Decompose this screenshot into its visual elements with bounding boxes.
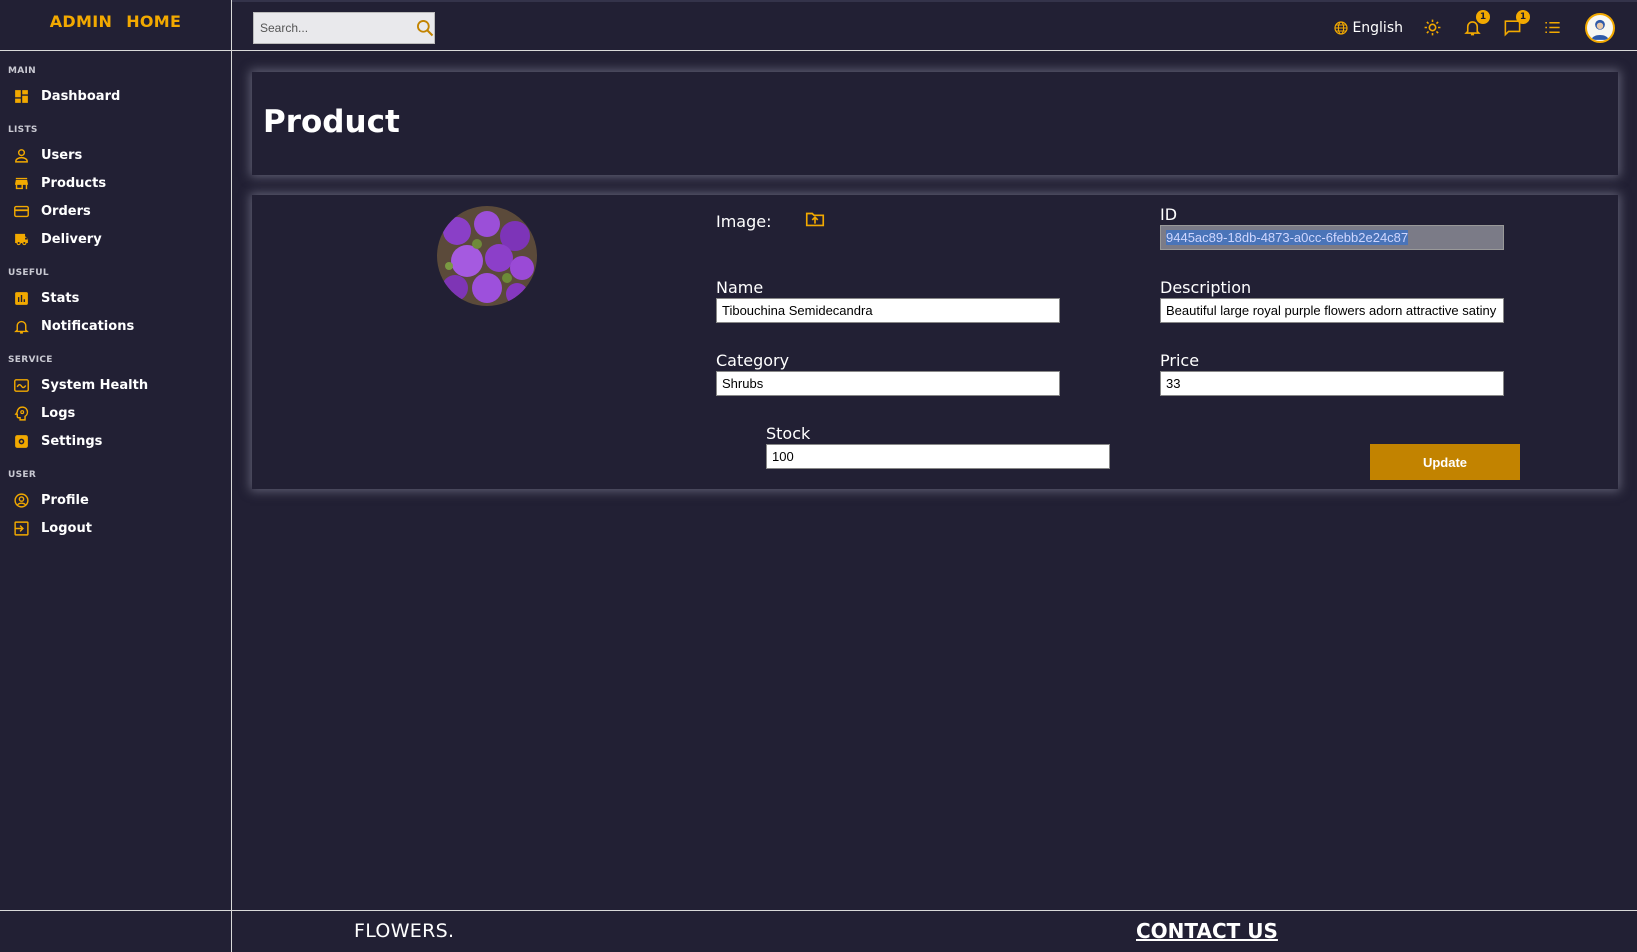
- messages-button[interactable]: 1: [1501, 9, 1530, 39]
- sidebar-item-label: Products: [41, 175, 107, 191]
- settings-icon: [12, 432, 30, 450]
- section-title-user: USER: [8, 470, 37, 480]
- id-label: ID: [1160, 205, 1178, 224]
- sidebar-item-users[interactable]: Users: [0, 141, 231, 169]
- topbar-actions: English 1 1: [1333, 2, 1637, 53]
- footer-brand: FLOWERS.: [354, 920, 455, 942]
- dashboard-icon: [12, 87, 30, 105]
- sidebar-item-label: Logs: [41, 405, 76, 421]
- logout-icon: [12, 519, 30, 537]
- messages-badge: 1: [1516, 9, 1530, 24]
- sun-icon: [1423, 18, 1442, 37]
- price-field[interactable]: [1160, 371, 1504, 396]
- search-icon[interactable]: [415, 18, 435, 38]
- sidebar-item-label: Users: [41, 147, 83, 163]
- category-field[interactable]: [716, 371, 1060, 396]
- bell-icon: [12, 317, 30, 335]
- list-menu-button[interactable]: [1541, 17, 1563, 39]
- id-value: 9445ac89-18db-4873-a0cc-6febb2e24c87: [1166, 230, 1409, 245]
- sidebar-item-label: Dashboard: [41, 88, 121, 104]
- sidebar: ADMIN HOME MAIN Dashboard LISTS Users Pr…: [0, 0, 232, 952]
- sidebar-item-notifications[interactable]: Notifications: [0, 312, 231, 340]
- description-field[interactable]: [1160, 298, 1504, 323]
- name-field[interactable]: [716, 298, 1060, 323]
- sidebar-item-label: Profile: [41, 492, 89, 508]
- sidebar-item-label: System Health: [41, 377, 149, 393]
- sidebar-item-label: Notifications: [41, 318, 135, 334]
- sidebar-item-label: Orders: [41, 203, 91, 219]
- contact-us-link[interactable]: CONTACT US: [1136, 919, 1278, 943]
- account-circle-icon: [12, 491, 30, 509]
- section-title-useful: USEFUL: [8, 268, 49, 278]
- description-label: Description: [1160, 278, 1252, 297]
- update-button[interactable]: Update: [1370, 444, 1520, 480]
- title-panel: Product: [252, 72, 1618, 175]
- sidebar-item-logs[interactable]: Logs: [0, 399, 231, 427]
- page-title: Product: [263, 104, 400, 140]
- globe-icon: [1333, 20, 1349, 36]
- product-form-panel: Image: ID 9445ac89-18db-4873-a0cc-6febb2…: [252, 195, 1618, 489]
- footer: FLOWERS. CONTACT US: [232, 910, 1637, 952]
- notifications-button[interactable]: 1: [1461, 9, 1490, 39]
- category-label: Category: [716, 351, 790, 370]
- sidebar-item-system-health[interactable]: System Health: [0, 371, 231, 399]
- image-label: Image:: [716, 212, 772, 231]
- sidebar-item-delivery[interactable]: Delivery: [0, 225, 231, 253]
- avatar-image: [1591, 19, 1609, 40]
- sidebar-item-dashboard[interactable]: Dashboard: [0, 82, 231, 110]
- name-label: Name: [716, 278, 764, 297]
- id-field[interactable]: 9445ac89-18db-4873-a0cc-6febb2e24c87: [1160, 225, 1504, 250]
- logo[interactable]: ADMIN HOME: [0, 0, 231, 51]
- price-label: Price: [1160, 351, 1200, 370]
- sidebar-item-logout[interactable]: Logout: [0, 514, 231, 542]
- sidebar-footer-divider: [0, 910, 232, 911]
- sidebar-item-profile[interactable]: Profile: [0, 486, 231, 514]
- stock-field[interactable]: [766, 444, 1110, 469]
- truck-icon: [12, 230, 30, 248]
- theme-toggle[interactable]: [1421, 17, 1443, 39]
- search-input[interactable]: [260, 21, 415, 35]
- store-icon: [12, 174, 30, 192]
- search-box: [253, 12, 435, 44]
- sidebar-item-settings[interactable]: Settings: [0, 427, 231, 455]
- section-title-service: SERVICE: [8, 355, 53, 365]
- sidebar-item-label: Logout: [41, 520, 92, 536]
- logo-home: HOME: [126, 12, 182, 31]
- topbar: English 1 1: [232, 0, 1637, 51]
- health-icon: [12, 376, 30, 394]
- psychology-icon: [12, 404, 30, 422]
- stock-label: Stock: [766, 424, 811, 443]
- product-image: [437, 206, 537, 306]
- notifications-badge: 1: [1476, 9, 1490, 24]
- sidebar-item-orders[interactable]: Orders: [0, 197, 231, 225]
- logo-admin: ADMIN: [49, 12, 113, 31]
- language-selector[interactable]: English: [1333, 20, 1403, 36]
- section-title-main: MAIN: [8, 66, 37, 76]
- credit-card-icon: [12, 202, 30, 220]
- sidebar-item-label: Settings: [41, 433, 103, 449]
- language-label: English: [1352, 19, 1403, 36]
- bar-chart-icon: [12, 289, 30, 307]
- sidebar-item-stats[interactable]: Stats: [0, 284, 231, 312]
- list-icon: [1543, 18, 1562, 37]
- sidebar-item-products[interactable]: Products: [0, 169, 231, 197]
- avatar[interactable]: [1585, 12, 1615, 43]
- sidebar-item-label: Delivery: [41, 231, 102, 247]
- upload-folder-icon[interactable]: [804, 208, 826, 230]
- sidebar-item-label: Stats: [41, 290, 80, 306]
- section-title-lists: LISTS: [8, 125, 38, 135]
- user-icon: [12, 146, 30, 164]
